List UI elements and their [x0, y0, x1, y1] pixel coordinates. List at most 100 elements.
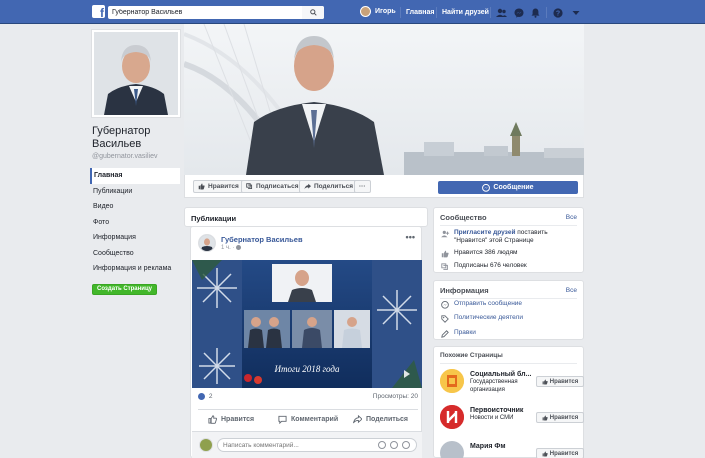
share-icon: [353, 415, 362, 424]
similar-pages-title: Похожие Страницы: [440, 352, 503, 359]
page-like-button[interactable]: Нравится: [193, 180, 244, 193]
share-icon: [304, 183, 311, 190]
sidebar-item-info-and-ads[interactable]: Информация и реклама: [90, 261, 180, 277]
page-followers-count: Подписаны 676 человек: [454, 262, 527, 269]
section-divider: [440, 363, 577, 364]
facebook-logo-icon[interactable]: f: [92, 5, 105, 19]
similar-page-item: Первоисточник Новости и СМИ Нравится: [440, 403, 584, 433]
community-see-all-link[interactable]: Все: [566, 214, 577, 221]
info-title: Информация: [440, 286, 489, 295]
search-box: [108, 6, 324, 19]
sidebar-item-photo[interactable]: Фото: [90, 215, 180, 231]
comment-input[interactable]: [218, 439, 368, 451]
tag-icon: [440, 314, 450, 323]
info-edit-row: Правки: [440, 329, 580, 338]
thumbs-up-icon: [542, 414, 548, 421]
page-title: Губернатор Васильев: [92, 125, 151, 150]
nav-user-name: Игорь: [375, 8, 396, 15]
similar-page-avatar[interactable]: [440, 369, 464, 393]
notifications-bell-icon[interactable]: [530, 7, 541, 18]
post-comment-button[interactable]: Комментарий: [278, 415, 338, 424]
send-message-button[interactable]: Сообщение: [438, 181, 578, 194]
similar-page-avatar[interactable]: [440, 441, 464, 458]
comment-icon: [278, 415, 287, 424]
page-followers-row: Подписаны 676 человек: [440, 262, 580, 271]
similar-page-avatar[interactable]: [440, 405, 464, 429]
similar-page-category: Государственная организация: [470, 379, 518, 393]
post-timestamp[interactable]: 1 ч. ·: [221, 245, 242, 251]
create-page-button[interactable]: Создать Страницу: [92, 284, 157, 295]
invite-friends-row: Пригласите друзей поставить "Нравится" э…: [440, 229, 580, 245]
follow-icon: [246, 183, 253, 190]
page-likes-row: Нравится 386 людям: [440, 249, 580, 258]
post-options-menu[interactable]: •••: [406, 232, 415, 242]
similar-page-like-button[interactable]: Нравится: [536, 448, 584, 458]
similar-page-name[interactable]: Социальный бл...: [470, 371, 531, 378]
similar-page-name[interactable]: Первоисточник: [470, 407, 523, 414]
svg-text:?: ?: [555, 10, 559, 17]
search-icon: [309, 9, 317, 16]
post-like-button[interactable]: Нравится: [208, 415, 254, 424]
thumbs-up-icon: [542, 450, 548, 457]
account-menu-chevron-icon[interactable]: [570, 7, 581, 18]
current-user-avatar: [199, 438, 213, 452]
sticker-icon[interactable]: [402, 441, 410, 449]
nav-find-friends-link[interactable]: Найти друзей: [442, 9, 489, 16]
similar-page-item: Социальный бл... Государственная организ…: [440, 367, 584, 397]
post-likes-count[interactable]: 2: [209, 393, 213, 400]
thumbs-up-icon: [208, 415, 217, 424]
similar-pages-section: Похожие Страницы Социальный бл... Госуда…: [433, 346, 584, 458]
sidebar-item-video[interactable]: Видео: [90, 199, 180, 215]
page-handle[interactable]: @gubernator.vasiliev: [92, 153, 157, 160]
similar-page-name[interactable]: Мария Фм: [470, 443, 506, 450]
invite-friends-link[interactable]: Пригласите друзей: [454, 229, 515, 236]
camera-icon[interactable]: [390, 441, 398, 449]
nav-divider: [400, 7, 401, 18]
nav-divider: [546, 7, 547, 18]
info-message-row: Отправить сообщение: [440, 300, 580, 309]
profile-photo: [94, 32, 178, 115]
info-send-message-link[interactable]: Отправить сообщение: [454, 300, 522, 308]
globe-icon: [236, 245, 242, 250]
post-author-name[interactable]: Губернатор Васильев: [221, 235, 303, 244]
info-category-link[interactable]: Политические деятели: [454, 314, 523, 322]
section-divider: [440, 225, 577, 226]
help-icon[interactable]: ?: [552, 7, 563, 18]
top-navigation-bar: f Игорь Главная Найти друзей ?: [0, 0, 705, 24]
page-more-button[interactable]: ···: [354, 180, 371, 193]
sidebar-item-community[interactable]: Сообщество: [90, 246, 180, 262]
messenger-bubble-icon: [482, 183, 491, 192]
sidebar-item-home[interactable]: Главная: [90, 168, 180, 184]
cover-photo[interactable]: [184, 24, 584, 175]
community-title: Сообщество: [440, 213, 487, 222]
thumbs-up-icon: [542, 378, 548, 385]
info-edit-link[interactable]: Правки: [454, 329, 476, 337]
post-share-button[interactable]: Поделиться: [353, 415, 408, 424]
sidebar-item-info[interactable]: Информация: [90, 230, 180, 246]
post-video-thumbnail[interactable]: Итоги 2018 года: [192, 260, 422, 388]
friend-requests-icon[interactable]: [496, 7, 507, 18]
messenger-bubble-icon: [440, 300, 450, 309]
reaction-like-icon[interactable]: [198, 393, 205, 400]
messenger-icon[interactable]: [513, 7, 524, 18]
info-see-all-link[interactable]: Все: [566, 287, 577, 294]
similar-page-like-button[interactable]: Нравится: [536, 412, 584, 423]
post-image-caption: Итоги 2018 года: [274, 364, 340, 374]
post-reactions-summary: 2 Просмотры: 20: [198, 393, 418, 400]
search-input[interactable]: [108, 6, 298, 19]
similar-page-like-button[interactable]: Нравится: [536, 376, 584, 387]
nav-home-link[interactable]: Главная: [406, 9, 434, 16]
page-follow-button[interactable]: Подписаться: [241, 180, 304, 193]
post-author-avatar[interactable]: [198, 234, 216, 252]
thumbs-up-icon: [198, 183, 205, 190]
emoji-icon[interactable]: [378, 441, 386, 449]
sidebar-item-publications[interactable]: Публикации: [90, 184, 180, 200]
profile-picture[interactable]: [91, 29, 181, 118]
publications-title: Публикации: [191, 214, 237, 223]
search-button[interactable]: [302, 6, 324, 19]
nav-divider: [436, 7, 437, 18]
community-section: Сообщество Все Пригласите друзей постави…: [433, 207, 584, 273]
nav-user-avatar: [360, 6, 371, 17]
nav-user-profile[interactable]: Игорь: [360, 6, 396, 17]
page-share-button[interactable]: Поделиться: [299, 180, 359, 193]
